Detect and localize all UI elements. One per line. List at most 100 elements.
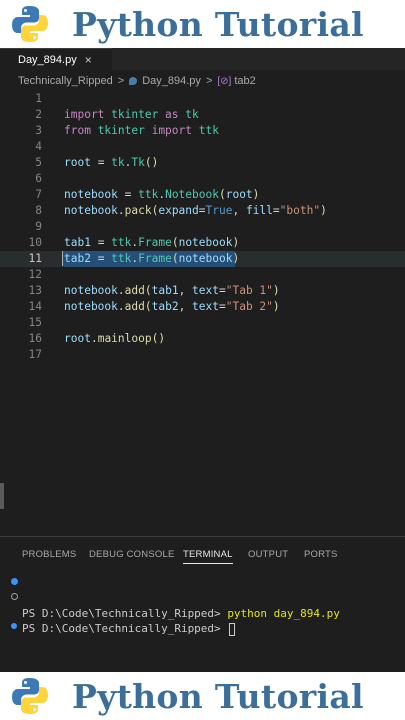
operator: = [272, 204, 280, 217]
code-line: 1 [0, 91, 405, 107]
tab-ports[interactable]: PORTS [304, 549, 338, 560]
comma: , [178, 284, 193, 297]
variable: notebook [64, 204, 118, 217]
line-number: 4 [35, 140, 42, 153]
chevron-right-icon: > [117, 75, 125, 87]
line-number: 14 [28, 300, 42, 313]
module-name: ttk [111, 236, 132, 249]
code-line: 17 [0, 347, 405, 363]
breadcrumb-symbol[interactable]: tab2 [234, 75, 255, 87]
breadcrumb-file[interactable]: Day_894.py [142, 75, 201, 87]
variable: root [64, 156, 91, 169]
variable: notebook [64, 188, 118, 201]
method-name: pack [124, 204, 152, 217]
class-name: Tk [131, 156, 145, 169]
paren: ( [144, 300, 152, 313]
variable: tab2 [64, 252, 91, 265]
paren: ( [218, 188, 226, 201]
code-line: 6 [0, 171, 405, 187]
operator: = [219, 300, 226, 313]
paren: ( [171, 252, 179, 265]
parens: () [144, 156, 159, 169]
module-name: tk [111, 156, 125, 169]
boolean-literal: True [205, 204, 233, 217]
alias-name: tk [178, 108, 199, 121]
line-number: 16 [28, 332, 42, 345]
method-name: mainloop [97, 332, 152, 345]
code-line: 16 root.mainloop() [0, 331, 405, 347]
code-line: 8 notebook.pack(expand=True, fill="both") [0, 203, 405, 219]
paren: ) [232, 252, 240, 265]
top-banner: Python Tutorial [0, 0, 405, 48]
tab-debug-console[interactable]: DEBUG CONSOLE [89, 549, 174, 560]
terminal-line [0, 619, 405, 635]
command-pending-icon[interactable] [11, 593, 18, 600]
line-number: 17 [28, 348, 42, 361]
comma: , [178, 300, 193, 313]
class-name: Frame [138, 252, 172, 265]
paren: ) [272, 284, 280, 297]
code-line: 3 from tkinter import ttk [0, 123, 405, 139]
keyword-arg: expand [158, 204, 199, 217]
dot: . [117, 284, 125, 297]
tab-day-894[interactable]: Day_894.py × [0, 48, 112, 70]
operator: = [90, 236, 112, 249]
code-line: 10 tab1 = ttk.Frame(notebook) [0, 235, 405, 251]
command-success-icon[interactable] [11, 578, 18, 585]
close-icon[interactable]: × [85, 53, 92, 67]
tab-problems[interactable]: PROBLEMS [22, 549, 76, 560]
code-line: 9 [0, 219, 405, 235]
module-name: tkinter [90, 124, 152, 137]
paren: ) [272, 300, 280, 313]
tab-output[interactable]: OUTPUT [248, 549, 288, 560]
code-line: 14 notebook.add(tab2, text="Tab 2") [0, 299, 405, 315]
keyword: from [64, 124, 91, 137]
line-number: 8 [35, 204, 42, 217]
operator: = [219, 284, 226, 297]
code-editor[interactable]: 1 2 import tkinter as tk 3 from tkinter im… [0, 91, 405, 536]
line-number: 11 [28, 252, 42, 265]
variable: notebook [64, 300, 118, 313]
module-name: ttk [111, 252, 132, 265]
breadcrumb-folder[interactable]: Technically_Ripped [18, 75, 113, 87]
imported-name: ttk [192, 124, 219, 137]
line-number: 7 [35, 188, 42, 201]
line-number: 15 [28, 316, 42, 329]
class-name: Frame [138, 236, 172, 249]
editor-tab-bar: Day_894.py × [0, 48, 405, 70]
tab-terminal[interactable]: TERMINAL [183, 549, 233, 564]
command-status-icon[interactable] [11, 623, 17, 629]
scrollbar-marker[interactable] [0, 483, 4, 509]
code-line: 5 root = tk.Tk() [0, 155, 405, 171]
dot: . [117, 204, 125, 217]
operator: = [90, 252, 112, 265]
string-literal: "both" [279, 204, 321, 217]
panel-tabs: PROBLEMS DEBUG CONSOLE TERMINAL OUTPUT P… [0, 547, 405, 565]
chevron-right-icon: > [205, 75, 213, 87]
terminal-line: PS D:\Code\Technically_Ripped> python da… [0, 574, 405, 620]
banner-title: Python Tutorial [72, 676, 364, 716]
line-number: 12 [28, 268, 42, 281]
parens: () [151, 332, 166, 345]
variable-symbol-icon: [⊘] [217, 75, 232, 87]
paren: ) [252, 188, 260, 201]
string-literal: "Tab 1" [225, 284, 273, 297]
operator: = [117, 188, 139, 201]
line-number: 9 [35, 220, 42, 233]
keyword: as [165, 108, 179, 121]
line-number: 2 [35, 108, 42, 121]
argument: tab1 [151, 284, 179, 297]
terminal-line: PS D:\Code\Technically_Ripped> [0, 589, 405, 636]
paren: ( [144, 284, 152, 297]
variable: tab1 [64, 236, 91, 249]
keyword: import [151, 124, 192, 137]
line-number: 1 [35, 92, 42, 105]
keyword-arg: text [192, 300, 219, 313]
operator: = [90, 156, 112, 169]
code-line-active: 11 tab2 = ttk.Frame(notebook) [0, 251, 405, 267]
line-number: 13 [28, 284, 42, 297]
line-number: 6 [35, 172, 42, 185]
code-line: 7 notebook = ttk.Notebook(root) [0, 187, 405, 203]
method-name: add [124, 300, 145, 313]
keyword-arg: text [192, 284, 219, 297]
